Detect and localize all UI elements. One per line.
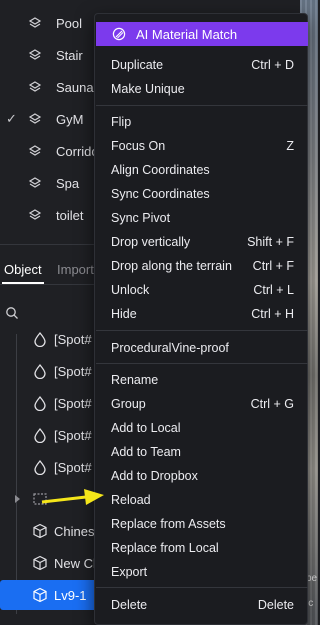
- search-icon[interactable]: [5, 306, 19, 320]
- menu-item-flip[interactable]: Flip: [96, 111, 308, 133]
- menu-item-label: AI Material Match: [136, 26, 238, 42]
- menu-item-label: Sync Pivot: [111, 211, 171, 225]
- layers-icon: [28, 81, 42, 92]
- drop-icon: [34, 331, 46, 347]
- menu-item-label: Hide: [111, 307, 137, 321]
- layer-label: Spa: [56, 175, 80, 191]
- layer-label: toilet: [56, 207, 84, 223]
- layer-label: Stair: [56, 47, 83, 63]
- menu-item-label: Sync Coordinates: [111, 187, 210, 201]
- object-label: [Spot#: [54, 363, 92, 379]
- cube-icon: [33, 587, 47, 603]
- menu-separator: [96, 587, 308, 588]
- menu-item-label: Focus On: [111, 139, 166, 153]
- object-label: [Spot#: [54, 459, 92, 475]
- layers-icon: [28, 113, 42, 124]
- menu-item-label: Make Unique: [111, 82, 185, 96]
- expand-caret-icon[interactable]: [15, 495, 20, 503]
- object-label: New Cl: [54, 555, 96, 571]
- menu-item-hide[interactable]: Hide Ctrl + H: [96, 303, 308, 325]
- menu-item-shortcut: Ctrl + H: [251, 307, 294, 321]
- drop-icon: [34, 395, 46, 411]
- menu-item-shortcut: Ctrl + D: [251, 58, 294, 72]
- layers-icon: [28, 49, 42, 60]
- menu-separator: [96, 363, 308, 364]
- menu-item-proceduralvine-proof[interactable]: ProceduralVine-proof: [96, 337, 308, 359]
- menu-item-label: Delete: [111, 598, 148, 612]
- context-menu: AI Material Match Duplicate Ctrl + D Make…: [94, 13, 308, 625]
- menu-item-label: Replace from Local: [111, 541, 219, 555]
- menu-item-add-to-dropbox[interactable]: Add to Dropbox: [96, 465, 308, 487]
- menu-item-label: Unlock: [111, 283, 150, 297]
- menu-item-label: Reload: [111, 493, 151, 507]
- menu-item-label: Add to Team: [111, 445, 181, 459]
- cube-icon: [33, 555, 47, 571]
- checkmark-icon: ✓: [6, 111, 17, 126]
- menu-item-drop-vertically[interactable]: Drop vertically Shift + F: [96, 231, 308, 253]
- menu-separator: [96, 330, 308, 331]
- layers-icon: [28, 145, 42, 156]
- menu-item-label: Duplicate: [111, 58, 164, 72]
- object-label: Chines: [54, 523, 95, 539]
- object-label: Lv9-1: [54, 587, 87, 603]
- layer-label: Corrido: [56, 143, 99, 159]
- menu-item-label: Rename: [111, 373, 159, 387]
- layer-label: GyM: [56, 111, 84, 127]
- menu-item-delete[interactable]: Delete Delete: [96, 594, 308, 616]
- drop-icon: [34, 363, 46, 379]
- menu-item-unlock[interactable]: Unlock Ctrl + L: [96, 279, 308, 301]
- menu-item-duplicate[interactable]: Duplicate Ctrl + D: [96, 54, 308, 76]
- menu-item-shortcut: Ctrl + F: [252, 259, 294, 273]
- menu-item-export[interactable]: Export: [96, 561, 308, 583]
- menu-item-label: Drop along the terrain: [111, 259, 232, 273]
- menu-item-shortcut: Z: [286, 139, 294, 153]
- menu-item-label: Add to Dropbox: [111, 469, 198, 483]
- menu-item-shortcut: Shift + F: [247, 235, 294, 249]
- menu-item-drop-along-terrain[interactable]: Drop along the terrain Ctrl + F: [96, 255, 308, 277]
- layer-label: Sauna: [56, 79, 94, 95]
- tree-guide-line: [16, 334, 17, 614]
- menu-item-label: Group: [111, 397, 146, 411]
- menu-item-shortcut: Ctrl + G: [250, 397, 294, 411]
- menu-item-label: Drop vertically: [111, 235, 191, 249]
- menu-item-label: Replace from Assets: [111, 517, 226, 531]
- layers-icon: [28, 17, 42, 28]
- drop-icon: [34, 459, 46, 475]
- menu-item-align-coordinates[interactable]: Align Coordinates: [96, 159, 308, 181]
- menu-item-label: Add to Local: [111, 421, 181, 435]
- menu-item-replace-from-local[interactable]: Replace from Local: [96, 537, 308, 559]
- menu-item-sync-pivot[interactable]: Sync Pivot: [96, 207, 308, 229]
- object-label: [Spot#: [54, 427, 92, 443]
- menu-separator: [96, 105, 308, 106]
- menu-item-replace-from-assets[interactable]: Replace from Assets: [96, 513, 308, 535]
- tab-import[interactable]: Import: [57, 262, 94, 277]
- layer-label: Pool: [56, 15, 83, 31]
- object-label: [Spot#: [54, 331, 92, 347]
- layers-icon: [28, 177, 42, 188]
- ai-material-match-item[interactable]: AI Material Match: [96, 22, 308, 46]
- menu-item-group[interactable]: Group Ctrl + G: [96, 393, 308, 415]
- menu-item-focus-on[interactable]: Focus On Z: [96, 135, 308, 157]
- object-label: [Spot#: [54, 395, 92, 411]
- menu-item-rename[interactable]: Rename: [96, 369, 308, 391]
- menu-item-add-to-local[interactable]: Add to Local: [96, 417, 308, 439]
- drop-icon: [34, 427, 46, 443]
- tab-object[interactable]: Object: [4, 262, 42, 277]
- menu-item-make-unique[interactable]: Make Unique: [96, 78, 308, 100]
- ai-sparkle-icon: [112, 27, 126, 41]
- menu-item-add-to-team[interactable]: Add to Team: [96, 441, 308, 463]
- menu-item-label: Export: [111, 565, 148, 579]
- menu-item-sync-coordinates[interactable]: Sync Coordinates: [96, 183, 308, 205]
- menu-item-shortcut: Delete: [257, 598, 294, 612]
- menu-item-shortcut: Ctrl + L: [253, 283, 294, 297]
- annotation-arrow-icon: [41, 489, 104, 505]
- menu-item-label: Flip: [111, 115, 132, 129]
- layers-icon: [28, 209, 42, 220]
- menu-item-reload[interactable]: Reload: [96, 489, 308, 511]
- menu-item-label: ProceduralVine-proof: [111, 341, 229, 355]
- cube-icon: [33, 523, 47, 539]
- menu-item-label: Align Coordinates: [111, 163, 210, 177]
